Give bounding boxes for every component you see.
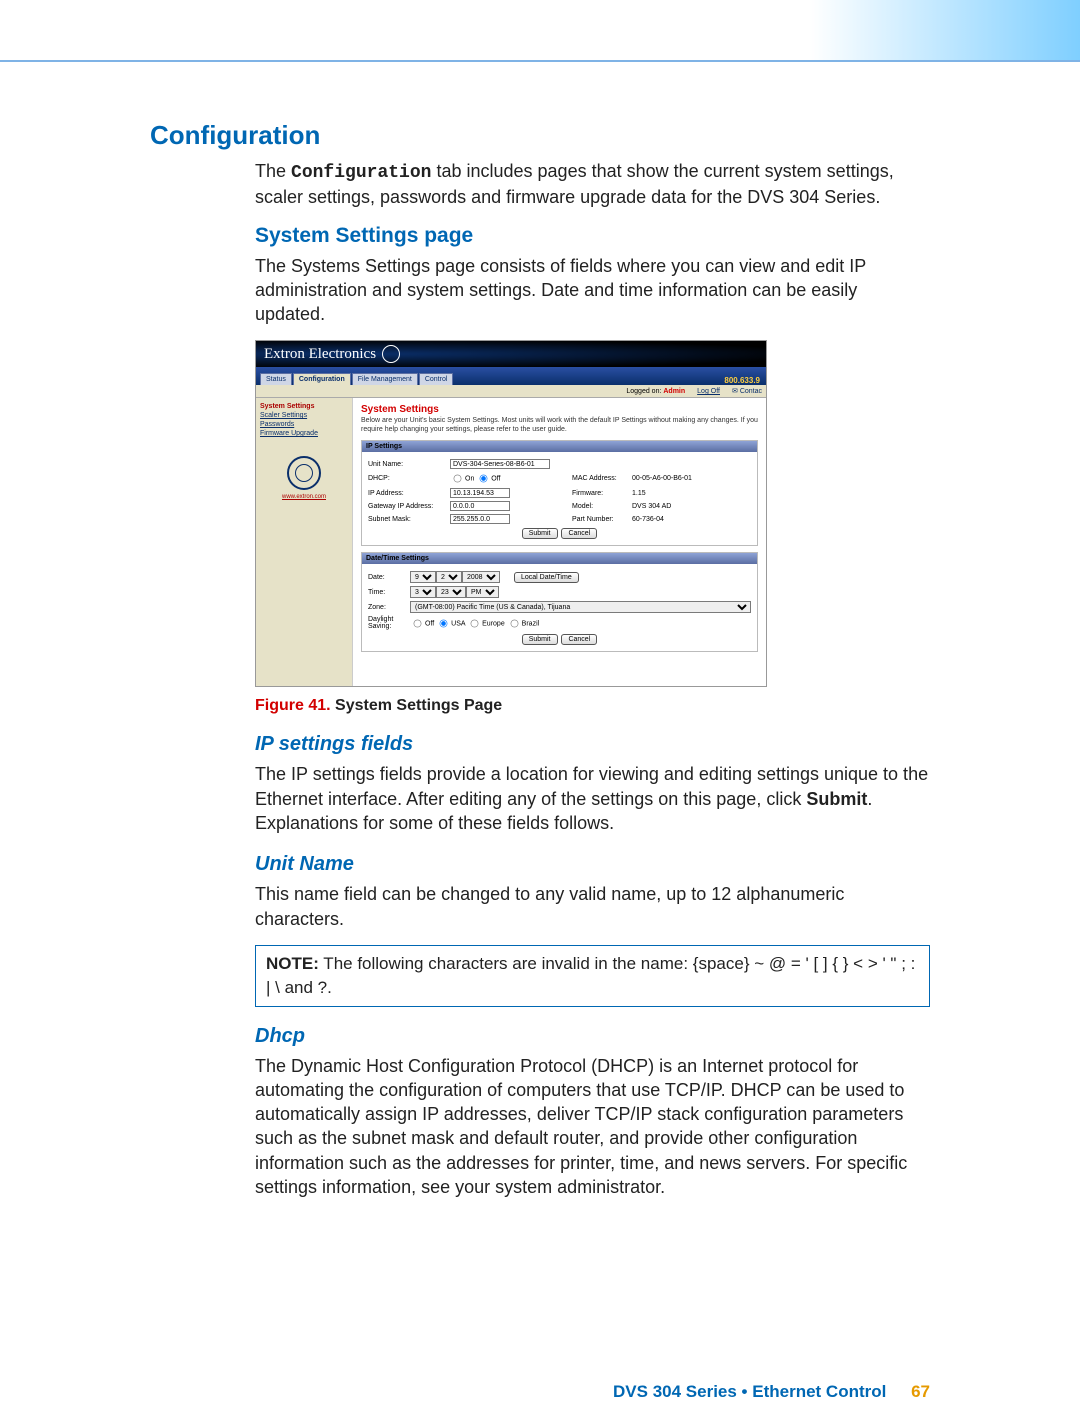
ds-eu-text: Europe — [482, 620, 505, 627]
system-settings-paragraph: The Systems Settings page consists of fi… — [255, 254, 930, 327]
heading-ip-settings-fields: IP settings fields — [255, 733, 930, 756]
ds-usa-text: USA — [451, 620, 465, 627]
contact-text: Contac — [740, 388, 762, 395]
model-label: Model: — [572, 503, 632, 510]
shot-brand-header: Extron Electronics — [256, 341, 766, 367]
date-year-select[interactable]: 2008 — [462, 571, 500, 583]
ds-br-text: Brazil — [522, 620, 540, 627]
partnum-label: Part Number: — [572, 516, 632, 523]
note-box: NOTE: The following characters are inval… — [255, 945, 930, 1007]
time-min-select[interactable]: 23 — [436, 586, 466, 598]
zone-label: Zone: — [368, 604, 410, 611]
shot-main-title: System Settings — [361, 404, 758, 415]
date-day-select[interactable]: 2 — [436, 571, 462, 583]
ip-settings-header: IP Settings — [362, 441, 757, 452]
ip-cancel-button[interactable]: Cancel — [561, 528, 597, 539]
dhcp-label: DHCP: — [368, 475, 450, 482]
date-label: Date: — [368, 574, 410, 581]
note-text: The following characters are invalid in … — [266, 954, 915, 997]
local-datetime-button[interactable]: Local Date/Time — [514, 572, 579, 583]
datetime-header: Date/Time Settings — [362, 553, 757, 564]
log-off-link[interactable]: Log Off — [697, 388, 720, 395]
shot-main-desc: Below are your Unit's basic System Setti… — [361, 417, 758, 434]
ds-usa-radio[interactable] — [440, 619, 448, 627]
ds-eu-radio[interactable] — [471, 619, 479, 627]
brand-text: Extron Electronics — [264, 346, 376, 363]
subnet-label: Subnet Mask: — [368, 516, 450, 523]
model-value: DVS 304 AD — [632, 503, 671, 510]
shot-sidebar: System Settings Scaler Settings Password… — [256, 398, 353, 686]
ip-address-input[interactable] — [450, 488, 510, 498]
brand-logo-icon — [382, 345, 400, 363]
page-number: 67 — [911, 1382, 930, 1401]
intro-paragraph: The Configuration tab includes pages tha… — [255, 159, 930, 210]
ip-submit-button[interactable]: Submit — [522, 528, 558, 539]
dt-submit-button[interactable]: Submit — [522, 634, 558, 645]
sidebar-url[interactable]: www.extron.com — [260, 494, 348, 500]
logged-on: Logged on: Admin — [626, 388, 685, 395]
ip-settings-panel: IP Settings Unit Name: DHCP: On Off — [361, 440, 758, 546]
dhcp-on-radio[interactable] — [454, 475, 462, 483]
heading-dhcp: Dhcp — [255, 1025, 930, 1048]
ds-br-radio[interactable] — [510, 619, 518, 627]
ds-off-text: Off — [425, 620, 434, 627]
ip-address-label: IP Address: — [368, 490, 450, 497]
time-hour-select[interactable]: 3 — [410, 586, 436, 598]
tab-file-management[interactable]: File Management — [352, 373, 418, 385]
dhcp-paragraph: The Dynamic Host Configuration Protocol … — [255, 1054, 930, 1200]
shot-main: System Settings Below are your Unit's ba… — [353, 398, 766, 686]
sidebar-item-firmware-upgrade[interactable]: Firmware Upgrade — [260, 429, 348, 438]
contact-link[interactable]: ✉ Contac — [732, 387, 762, 395]
logged-on-user: Admin — [663, 388, 685, 395]
tab-control[interactable]: Control — [419, 373, 454, 385]
zone-select[interactable]: (GMT-08:00) Pacific Time (US & Canada), … — [410, 601, 751, 613]
dhcp-off-text: Off — [491, 476, 500, 483]
heading-configuration: Configuration — [150, 120, 930, 151]
unit-name-paragraph: This name field can be changed to any va… — [255, 882, 930, 931]
sidebar-item-scaler-settings[interactable]: Scaler Settings — [260, 411, 348, 420]
shot-tab-bar: Status Configuration File Management Con… — [256, 367, 766, 385]
dhcp-off-radio[interactable] — [480, 475, 488, 483]
heading-system-settings-page: System Settings page — [255, 224, 930, 248]
note-label: NOTE: — [266, 954, 319, 973]
ip-settings-fields-paragraph: The IP settings fields provide a locatio… — [255, 762, 930, 835]
dhcp-on-text: On — [465, 476, 474, 483]
page-footer: DVS 304 Series • Ethernet Control 67 — [613, 1382, 930, 1402]
figure-number: Figure 41. — [255, 697, 335, 714]
heading-unit-name: Unit Name — [255, 853, 930, 876]
unit-name-label: Unit Name: — [368, 461, 450, 468]
firmware-value: 1.15 — [632, 490, 646, 497]
p3a-b: Submit — [806, 789, 867, 809]
datetime-settings-panel: Date/Time Settings Date: 9 2 2008 Local … — [361, 552, 758, 652]
gateway-label: Gateway IP Address: — [368, 503, 450, 510]
date-month-select[interactable]: 9 — [410, 571, 436, 583]
dt-cancel-button[interactable]: Cancel — [561, 634, 597, 645]
firmware-label: Firmware: — [572, 490, 632, 497]
sidebar-item-passwords[interactable]: Passwords — [260, 420, 348, 429]
figure-caption: Figure 41. System Settings Page — [255, 697, 930, 715]
shot-info-bar: Logged on: Admin Log Off ✉ Contac — [256, 385, 766, 398]
tab-configuration[interactable]: Configuration — [293, 373, 351, 385]
unit-name-input[interactable] — [450, 459, 550, 469]
partnum-value: 60-736-04 — [632, 516, 664, 523]
sidebar-seal-icon — [287, 456, 321, 490]
logged-on-label: Logged on: — [626, 388, 661, 395]
system-settings-screenshot: Extron Electronics Status Configuration … — [255, 340, 767, 687]
daylight-label: Daylight Saving: — [368, 616, 410, 630]
time-label: Time: — [368, 589, 410, 596]
subnet-input[interactable] — [450, 514, 510, 524]
page-top-bar — [0, 0, 1080, 62]
phone-number: 800.633.9 — [724, 376, 762, 385]
mac-value: 00-05-A6-00-B6-01 — [632, 475, 692, 482]
gateway-input[interactable] — [450, 501, 510, 511]
mac-label: MAC Address: — [572, 475, 632, 482]
time-ampm-select[interactable]: PM — [466, 586, 499, 598]
figure-title: System Settings Page — [335, 697, 502, 714]
footer-text: DVS 304 Series • Ethernet Control — [613, 1382, 886, 1401]
intro-pre: The — [255, 161, 291, 181]
intro-bold: Configuration — [291, 163, 431, 183]
ds-off-radio[interactable] — [414, 619, 422, 627]
sidebar-item-system-settings[interactable]: System Settings — [260, 402, 348, 411]
tab-status[interactable]: Status — [260, 373, 292, 385]
